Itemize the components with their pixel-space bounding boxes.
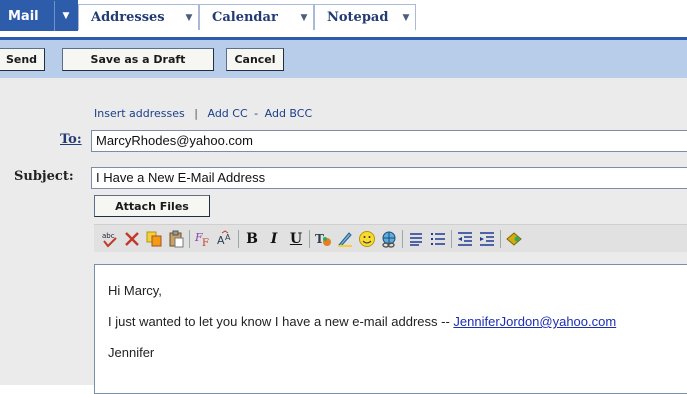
subject-field[interactable]: I Have a New E-Mail Address <box>91 167 687 189</box>
outdent-icon[interactable] <box>455 229 475 249</box>
italic-icon[interactable]: I <box>264 229 284 249</box>
address-links: Insert addresses | Add CC - Add BCC <box>94 107 312 120</box>
tab-notepad[interactable]: Notepad ▼ <box>314 4 416 30</box>
tab-notepad-label: Notepad <box>327 10 389 25</box>
attach-files-button[interactable]: Attach Files <box>94 195 210 217</box>
add-cc-link[interactable]: Add CC <box>207 107 247 120</box>
send-button[interactable]: Send <box>0 48 45 71</box>
svg-text:T: T <box>315 232 324 246</box>
insert-addresses-link[interactable]: Insert addresses <box>94 107 185 120</box>
add-bcc-link[interactable]: Add BCC <box>265 107 313 120</box>
paste-icon[interactable] <box>166 229 186 249</box>
svg-text:A: A <box>217 234 225 247</box>
text-color-icon[interactable]: T <box>313 229 333 249</box>
font-size-icon[interactable]: AA <box>215 229 235 249</box>
font-icon[interactable]: FF <box>193 229 213 249</box>
tab-calendar-label: Calendar <box>212 10 278 25</box>
tab-mail[interactable]: Mail ▼ <box>0 0 78 31</box>
toolbar-separator <box>500 230 501 248</box>
body-signature: Jennifer <box>108 345 155 360</box>
spellcheck-icon[interactable]: abc <box>100 229 120 249</box>
svg-text:abc: abc <box>102 232 115 240</box>
svg-text:F: F <box>202 238 209 248</box>
tab-mail-label: Mail <box>8 8 39 24</box>
to-label[interactable]: To: <box>60 132 82 147</box>
body-message-text: I just wanted to let you know I have a n… <box>108 314 450 329</box>
chevron-down-icon[interactable]: ▼ <box>397 13 415 23</box>
underline-icon[interactable]: U <box>286 229 306 249</box>
bullet-list-icon[interactable] <box>406 229 426 249</box>
toolbar-separator <box>309 230 310 248</box>
to-field[interactable]: MarcyRhodes@yahoo.com <box>91 130 687 152</box>
chevron-down-icon[interactable]: ▼ <box>54 1 77 31</box>
compose-form: Insert addresses | Add CC - Add BCC To: … <box>0 78 687 394</box>
subject-label: Subject: <box>14 169 74 184</box>
body-message-line: I just wanted to let you know I have a n… <box>108 314 687 329</box>
link-icon[interactable] <box>379 229 399 249</box>
toolbar-separator <box>402 230 403 248</box>
link-separator: | <box>194 107 198 120</box>
message-body[interactable]: Hi Marcy, I just wanted to let you know … <box>94 264 687 394</box>
copy-icon[interactable] <box>144 229 164 249</box>
numbered-list-icon[interactable] <box>428 229 448 249</box>
toolbar-separator <box>189 230 190 248</box>
bold-icon[interactable]: B <box>242 229 262 249</box>
chevron-down-icon[interactable]: ▼ <box>180 13 198 23</box>
cut-icon[interactable] <box>122 229 142 249</box>
toolbar-separator <box>238 230 239 248</box>
toolbar-separator <box>451 230 452 248</box>
emoticon-icon[interactable] <box>357 229 377 249</box>
cancel-button[interactable]: Cancel <box>226 48 284 71</box>
svg-text:A: A <box>225 233 231 242</box>
chevron-down-icon[interactable]: ▼ <box>295 13 313 23</box>
compose-toolbar: Send Save as a Draft Cancel <box>0 37 687 78</box>
indent-icon[interactable] <box>477 229 497 249</box>
body-greeting: Hi Marcy, <box>108 283 162 298</box>
tab-calendar[interactable]: Calendar ▼ <box>199 4 314 30</box>
formatting-toolbar: abc FF AA B I U T <box>94 224 687 252</box>
save-draft-button[interactable]: Save as a Draft <box>62 48 214 71</box>
highlight-icon[interactable] <box>335 229 355 249</box>
tab-addresses[interactable]: Addresses ▼ <box>78 4 199 30</box>
link-dash: - <box>254 107 259 120</box>
email-link[interactable]: JenniferJordon@yahoo.com <box>453 314 616 329</box>
top-tab-bar: Mail ▼ Addresses ▼ Calendar ▼ Notepad ▼ <box>0 0 687 37</box>
stationery-icon[interactable] <box>504 229 524 249</box>
tab-addresses-label: Addresses <box>91 10 165 25</box>
